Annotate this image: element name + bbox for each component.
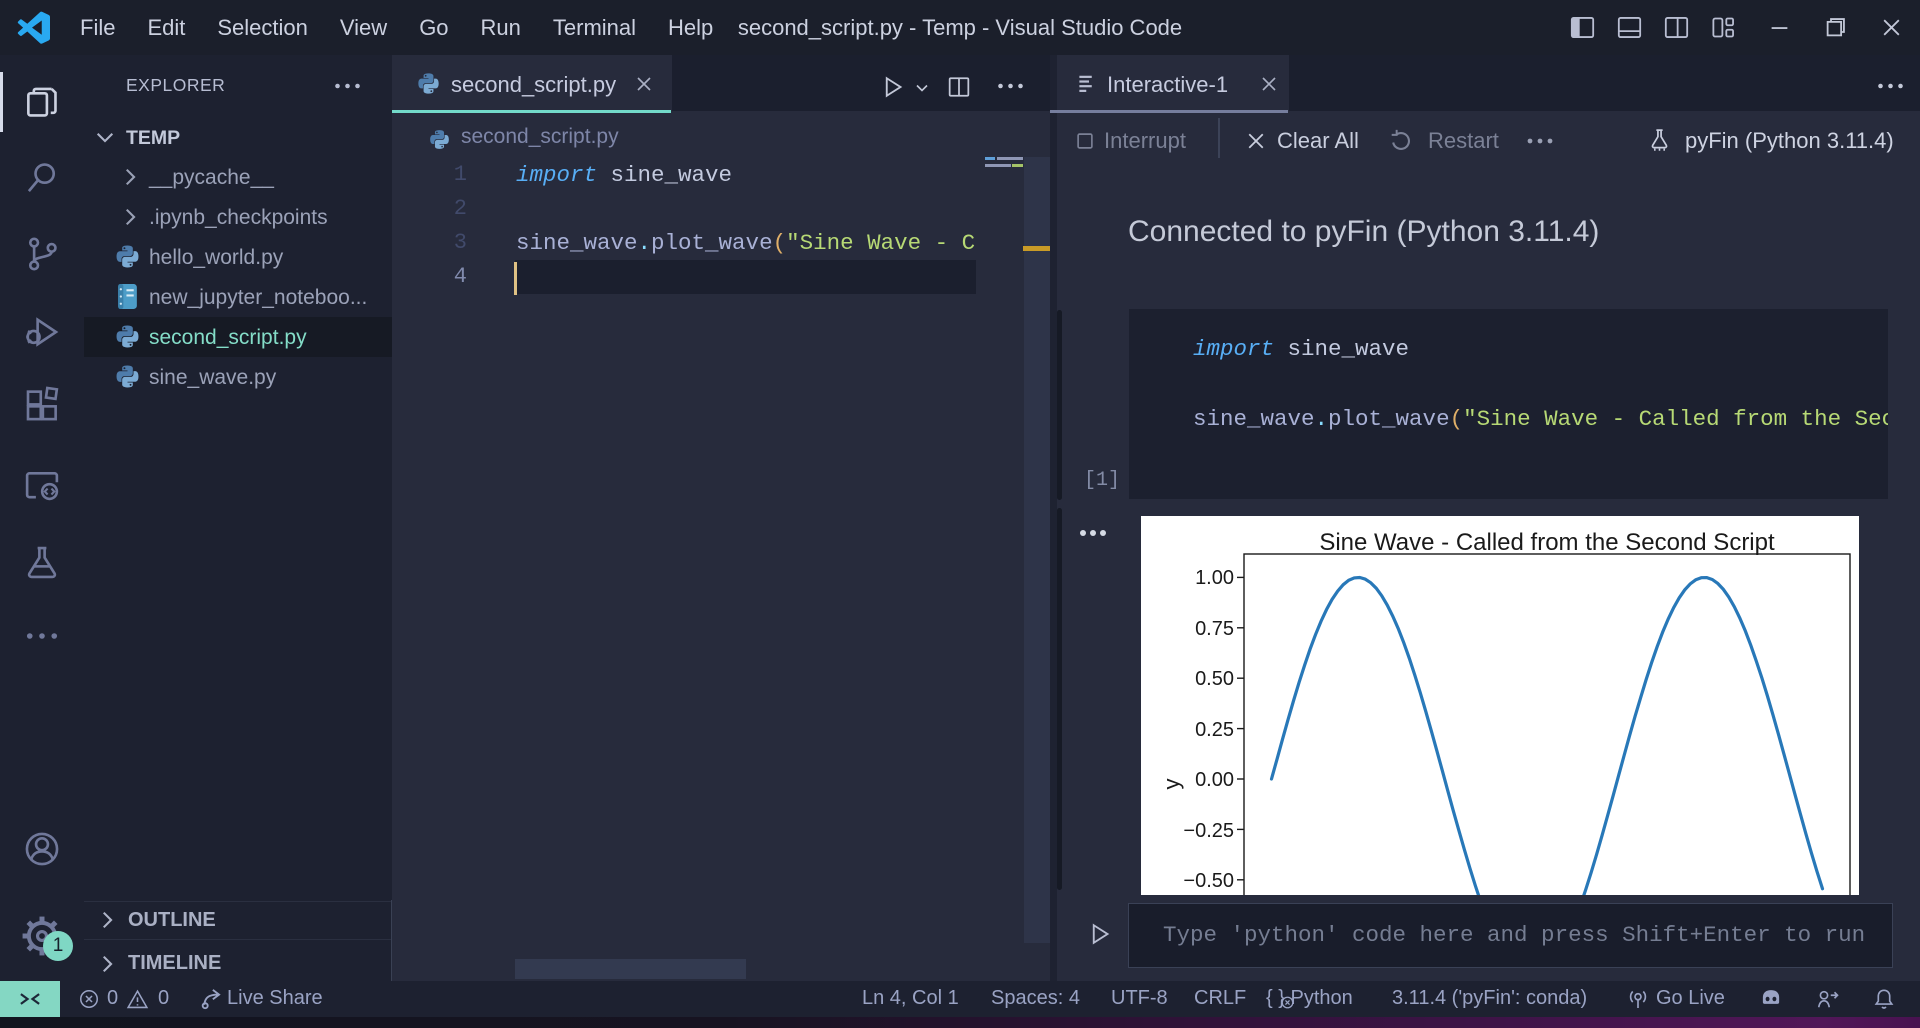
svg-text:−0.25: −0.25: [1183, 820, 1234, 842]
svg-text:1.00: 1.00: [1195, 567, 1234, 589]
svg-text:0.50: 0.50: [1195, 668, 1234, 690]
svg-text:−0.50: −0.50: [1183, 870, 1234, 892]
svg-text:Sine Wave - Called from the Se: Sine Wave - Called from the Second Scrip…: [1319, 529, 1775, 556]
svg-text:0.00: 0.00: [1195, 769, 1234, 791]
svg-text:0.75: 0.75: [1195, 618, 1234, 640]
svg-text:0.25: 0.25: [1195, 719, 1234, 741]
svg-text:y: y: [1159, 779, 1184, 790]
